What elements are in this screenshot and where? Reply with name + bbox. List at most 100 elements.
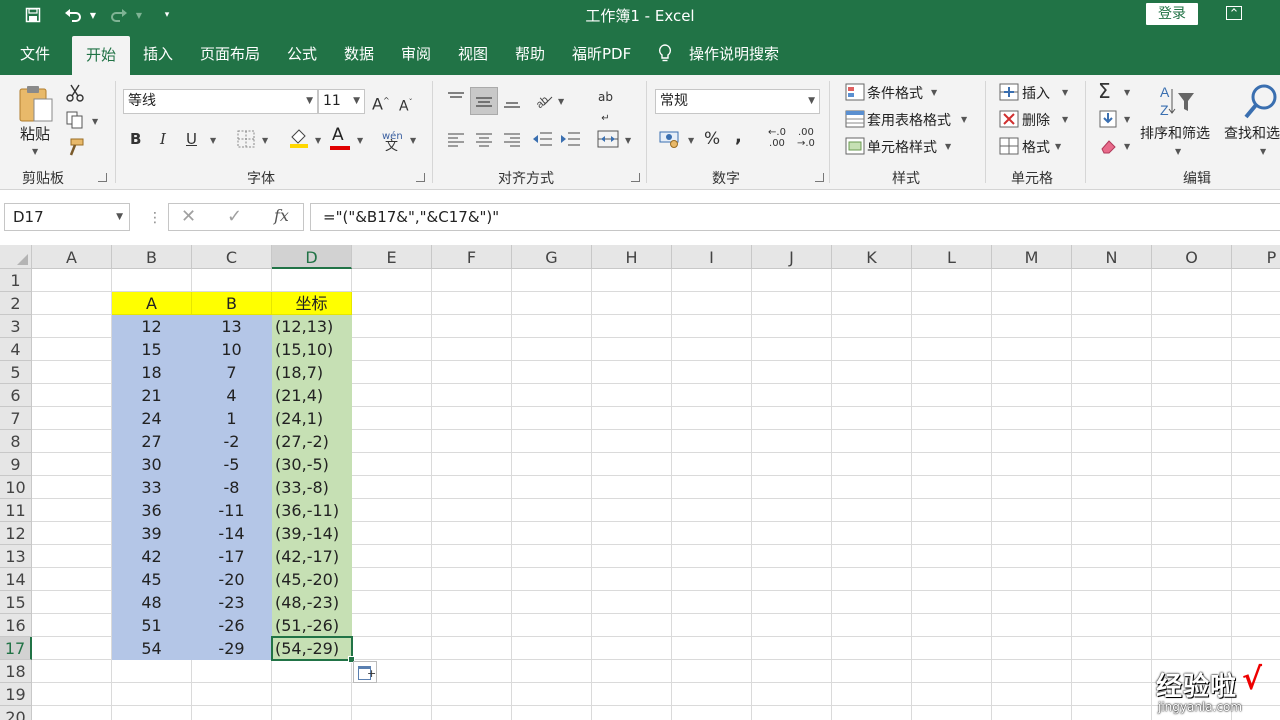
header-cell[interactable]: A [112, 292, 192, 315]
tab-data[interactable]: 数据 [344, 30, 374, 75]
format-painter-icon[interactable] [65, 137, 85, 157]
header-cell[interactable]: 坐标 [272, 292, 352, 315]
cell[interactable] [592, 430, 672, 453]
cell[interactable] [832, 614, 912, 637]
cell[interactable] [832, 407, 912, 430]
cell[interactable] [512, 637, 592, 660]
accounting-dropdown-icon[interactable]: ▼ [688, 136, 694, 145]
cell[interactable] [592, 315, 672, 338]
cell[interactable] [752, 683, 832, 706]
row-header[interactable]: 5 [0, 361, 32, 384]
middle-align-button[interactable] [470, 87, 498, 115]
cell[interactable] [432, 292, 512, 315]
value-a-cell[interactable]: 51 [112, 614, 192, 637]
merge-center-icon[interactable] [597, 129, 619, 149]
cell[interactable] [1152, 499, 1232, 522]
cell[interactable] [592, 660, 672, 683]
cell[interactable] [512, 430, 592, 453]
cell[interactable] [832, 683, 912, 706]
cell[interactable] [1232, 545, 1280, 568]
cell[interactable] [1232, 407, 1280, 430]
row-header[interactable]: 20 [0, 706, 32, 720]
fill-dropdown-icon[interactable]: ▼ [1124, 115, 1130, 124]
cell[interactable] [432, 499, 512, 522]
cell[interactable] [832, 568, 912, 591]
cell[interactable] [512, 315, 592, 338]
cell[interactable] [32, 545, 112, 568]
cell[interactable] [1232, 361, 1280, 384]
cell[interactable] [752, 430, 832, 453]
formula-bar-grip-icon[interactable]: ⋮ [148, 210, 162, 226]
cell[interactable] [672, 660, 752, 683]
percent-button[interactable]: % [704, 129, 720, 149]
cell[interactable] [352, 453, 432, 476]
cell[interactable] [1152, 545, 1232, 568]
cell[interactable] [912, 660, 992, 683]
cell[interactable] [832, 637, 912, 660]
cell[interactable] [512, 660, 592, 683]
font-size-select[interactable]: 11 ▼ [318, 89, 365, 114]
row-header[interactable]: 10 [0, 476, 32, 499]
value-b-cell[interactable]: -20 [192, 568, 272, 591]
cell[interactable] [352, 269, 432, 292]
tab-foxit-pdf[interactable]: 福昕PDF [572, 30, 631, 75]
cell[interactable] [912, 637, 992, 660]
tab-view[interactable]: 视图 [458, 30, 488, 75]
number-launcher-icon[interactable] [815, 173, 824, 182]
cell[interactable] [1072, 522, 1152, 545]
row-header[interactable]: 2 [0, 292, 32, 315]
cell[interactable] [672, 499, 752, 522]
cell[interactable] [112, 660, 192, 683]
cell[interactable] [1232, 637, 1280, 660]
cell[interactable] [992, 706, 1072, 720]
cell[interactable] [992, 453, 1072, 476]
row-header[interactable]: 18 [0, 660, 32, 683]
align-center-icon[interactable] [474, 131, 494, 147]
cell[interactable] [1072, 476, 1152, 499]
coordinate-cell[interactable]: (36,-11) [272, 499, 352, 522]
row-header[interactable]: 16 [0, 614, 32, 637]
cell[interactable] [672, 476, 752, 499]
cell[interactable] [1232, 338, 1280, 361]
value-b-cell[interactable]: 4 [192, 384, 272, 407]
paste-dropdown-icon[interactable]: ▼ [32, 147, 38, 156]
quick-analysis-icon[interactable] [353, 661, 377, 683]
cell[interactable] [512, 568, 592, 591]
value-a-cell[interactable]: 21 [112, 384, 192, 407]
cell[interactable] [352, 476, 432, 499]
cell[interactable] [832, 315, 912, 338]
tab-home[interactable]: 开始 [72, 36, 131, 75]
wrap-text-icon[interactable]: ab ↵ [598, 87, 613, 127]
borders-dropdown-icon[interactable]: ▼ [262, 136, 268, 145]
coordinate-cell[interactable]: (18,7) [272, 361, 352, 384]
row-header[interactable]: 4 [0, 338, 32, 361]
cell[interactable] [992, 269, 1072, 292]
select-all-button[interactable] [0, 245, 32, 269]
cell[interactable] [672, 706, 752, 720]
clear-dropdown-icon[interactable]: ▼ [1124, 142, 1130, 151]
cell[interactable] [592, 591, 672, 614]
cell[interactable] [352, 545, 432, 568]
header-cell[interactable]: B [192, 292, 272, 315]
cell[interactable] [432, 338, 512, 361]
cell[interactable] [672, 545, 752, 568]
cell[interactable] [1072, 453, 1152, 476]
cell[interactable] [1072, 384, 1152, 407]
cell[interactable] [1072, 545, 1152, 568]
value-b-cell[interactable]: -26 [192, 614, 272, 637]
format-dropdown-icon[interactable]: ▼ [1055, 142, 1061, 151]
cell[interactable] [32, 361, 112, 384]
decrease-indent-icon[interactable] [532, 130, 554, 148]
cell[interactable] [912, 269, 992, 292]
coordinate-cell[interactable]: (39,-14) [272, 522, 352, 545]
decrease-decimal-icon[interactable]: .00 →.0 [797, 127, 815, 149]
cell[interactable] [512, 614, 592, 637]
cell[interactable] [752, 499, 832, 522]
cell[interactable] [912, 591, 992, 614]
cell[interactable] [992, 361, 1072, 384]
row-header[interactable]: 17 [0, 637, 32, 660]
delete-cells-button[interactable]: 删除 [1022, 110, 1050, 130]
cell[interactable] [912, 476, 992, 499]
cell[interactable] [1232, 522, 1280, 545]
cell[interactable] [192, 683, 272, 706]
